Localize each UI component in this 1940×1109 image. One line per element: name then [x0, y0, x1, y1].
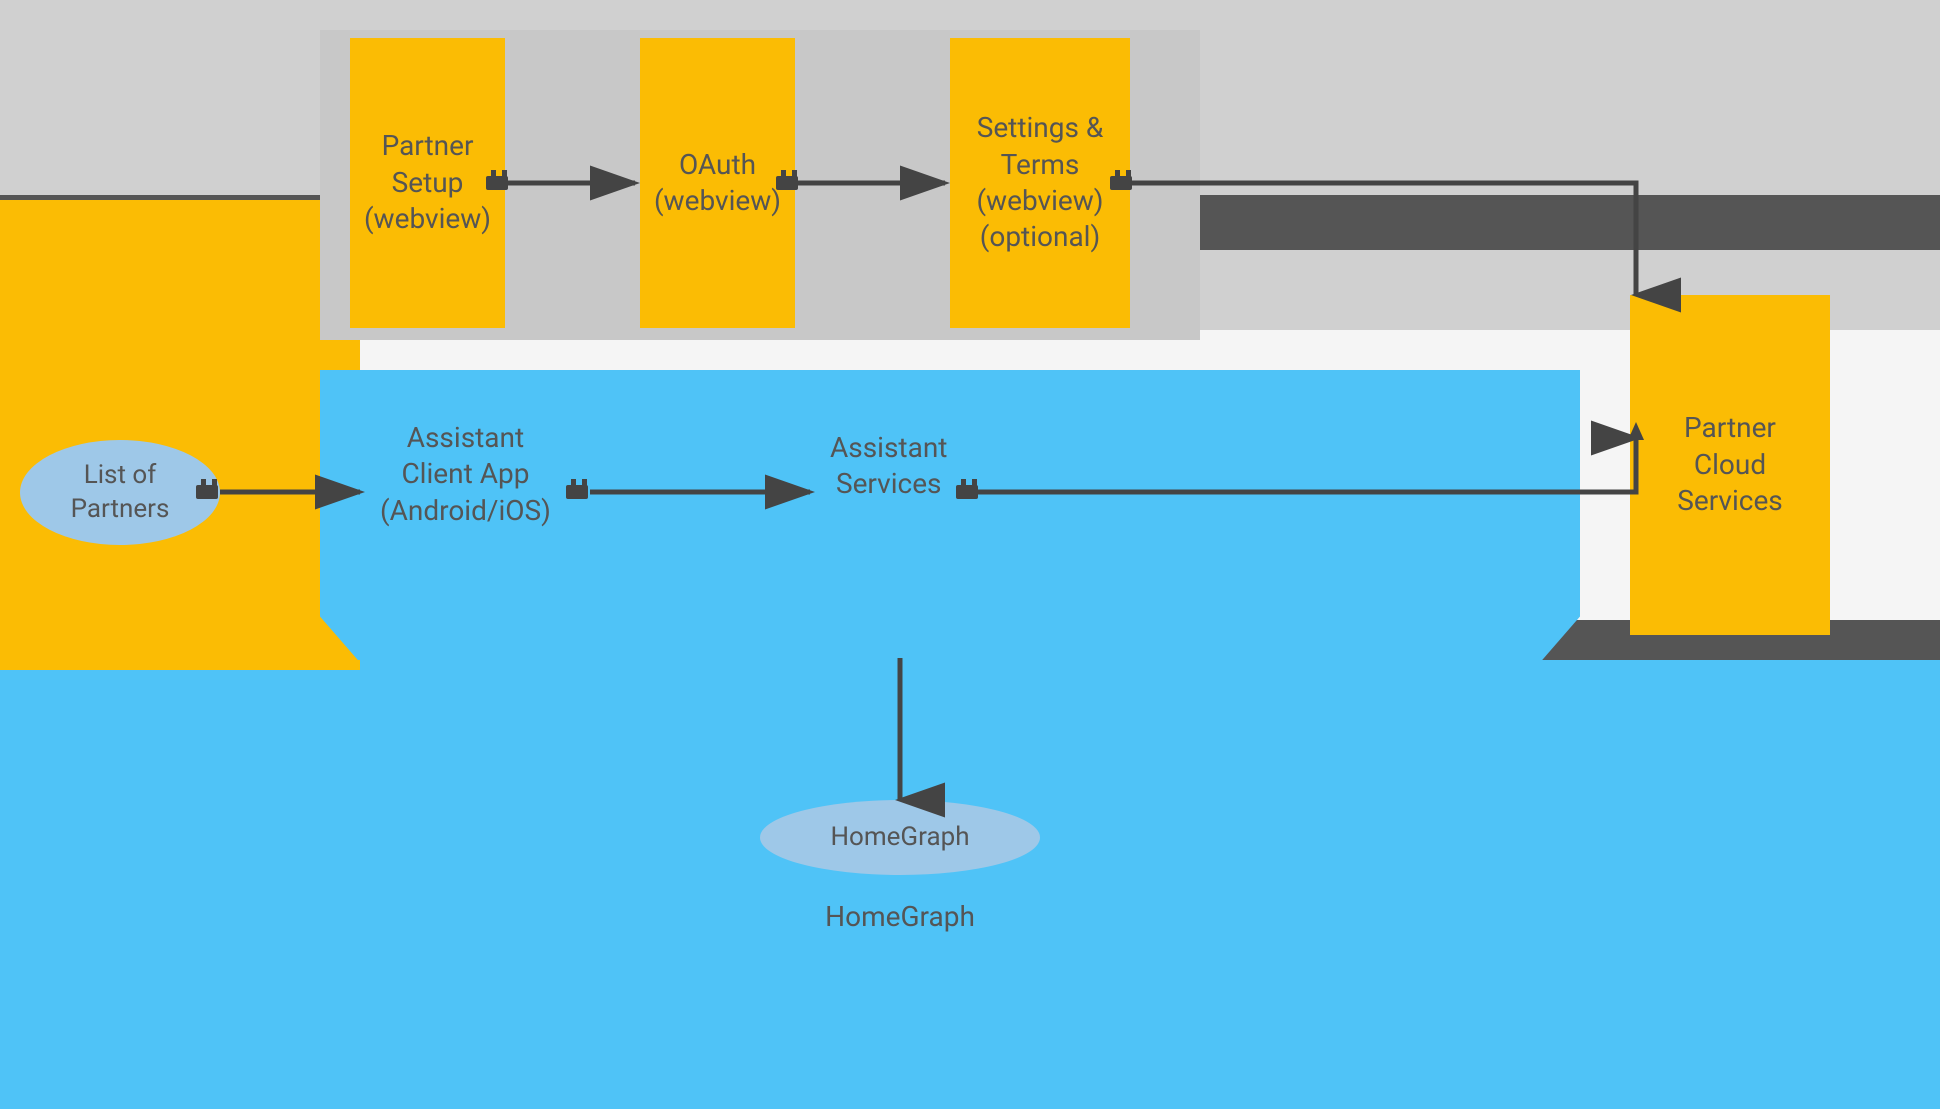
oauth-box: OAuth(webview) — [640, 38, 795, 328]
homegraph-below-label: HomeGraph — [790, 900, 1010, 933]
assistant-services-label: AssistantServices — [830, 430, 947, 503]
yellow-left-background — [0, 200, 360, 670]
oauth-label: OAuth(webview) — [654, 147, 781, 220]
settings-terms-box: Settings &Terms(webview)(optional) — [950, 38, 1130, 328]
partner-setup-box: PartnerSetup(webview) — [350, 38, 505, 328]
assistant-client-app-label: AssistantClient App(Android/iOS) — [380, 420, 551, 529]
partner-cloud-services-label: PartnerCloudServices — [1677, 410, 1783, 519]
settings-terms-label: Settings &Terms(webview)(optional) — [976, 110, 1103, 256]
homegraph-ellipse: HomeGraph — [760, 800, 1040, 875]
partner-cloud-services-box: PartnerCloudServices — [1630, 295, 1830, 635]
partner-setup-label: PartnerSetup(webview) — [364, 128, 491, 237]
list-of-partners-label: List ofPartners — [71, 459, 170, 527]
blue-bottom-background — [0, 660, 1940, 1109]
homegraph-label: HomeGraph — [830, 821, 969, 855]
list-of-partners-ellipse: List ofPartners — [20, 440, 220, 545]
